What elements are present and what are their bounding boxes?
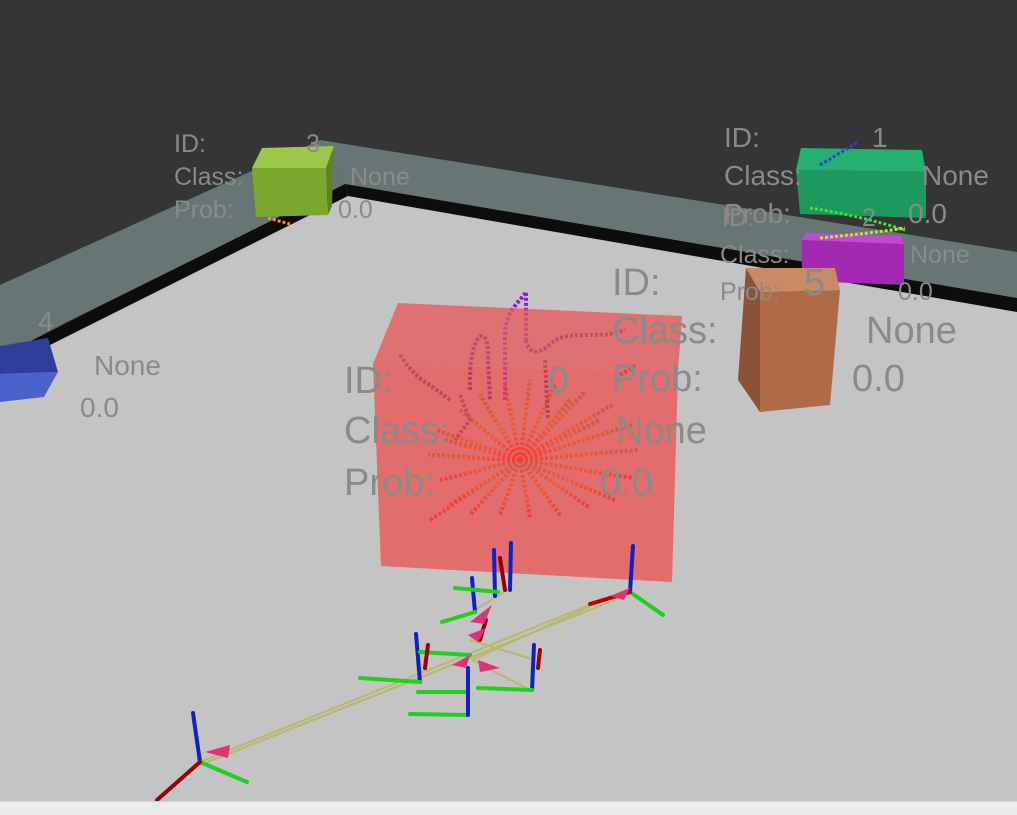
class-value: None	[94, 350, 161, 381]
prob-label: Prob:	[344, 462, 435, 504]
id-value: 0	[548, 360, 570, 402]
class-label: Class:	[174, 163, 244, 191]
prob-label: Prob:	[174, 196, 234, 224]
class-value: None	[910, 241, 970, 269]
status-bar	[0, 801, 1017, 815]
class-label: Class:	[612, 310, 718, 352]
prob-value: 0.0	[898, 278, 933, 306]
id-value: 3	[306, 130, 320, 158]
id-value: 2	[862, 204, 876, 232]
id-value: 1	[872, 122, 888, 153]
id-label: ID:	[724, 122, 760, 153]
class-value: None	[866, 310, 957, 352]
class-label: Class:	[344, 410, 450, 452]
class-value: None	[616, 410, 707, 452]
scene-canvas[interactable]	[0, 0, 1017, 815]
id-label: ID:	[612, 262, 661, 304]
id-label: ID:	[174, 130, 206, 158]
id-value: 5	[804, 262, 826, 304]
prob-label: Prob:	[612, 358, 703, 400]
prob-value: 0.0	[338, 196, 373, 224]
prob-value: 0.0	[852, 358, 905, 400]
class-value: None	[350, 163, 410, 191]
class-label: Class:	[720, 241, 790, 269]
class-value: None	[922, 160, 989, 191]
class-label: Class:	[724, 160, 802, 191]
id-label: ID:	[722, 204, 754, 232]
3d-viewport[interactable]: ID: 3 Class: None Prob: 0.0 ID: 1 Class:…	[0, 0, 1017, 815]
object-box-3[interactable]	[252, 146, 334, 217]
id-value: 4	[38, 306, 54, 337]
prob-value: 0.0	[600, 462, 653, 504]
id-label: ID:	[344, 360, 393, 402]
prob-value: 0.0	[80, 392, 119, 423]
prob-value: 0.0	[908, 198, 947, 229]
prob-label: Prob:	[720, 278, 780, 306]
